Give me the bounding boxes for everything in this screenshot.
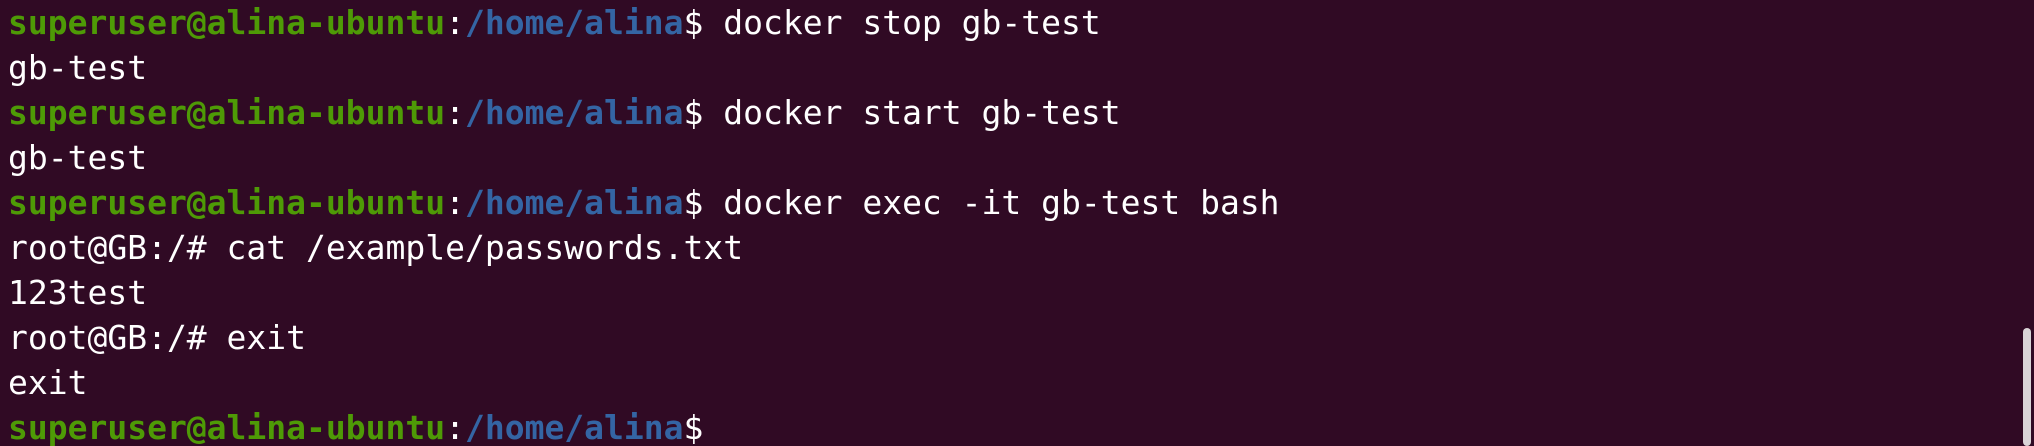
prompt-command: docker exec -it gb-test bash (703, 183, 1280, 222)
terminal-line-output: exit (8, 363, 88, 402)
prompt-dollar: $ (683, 93, 704, 132)
terminal-line-output: gb-test (8, 138, 148, 177)
prompt-command: docker stop gb-test (703, 3, 1101, 42)
prompt-colon: : (445, 3, 465, 42)
prompt-path: /home/alina (464, 408, 684, 446)
prompt-colon: : (445, 93, 465, 132)
prompt-dollar: $ (683, 3, 704, 42)
prompt-user-host: superuser@alina-ubuntu (8, 93, 446, 132)
terminal-line-prompt: superuser@alina-ubuntu:/home/alina$ dock… (8, 90, 2034, 135)
terminal-line-output: root@GB:/# exit (8, 318, 307, 357)
vertical-scrollbar[interactable] (2020, 0, 2034, 446)
prompt-user-host: superuser@alina-ubuntu (8, 408, 446, 446)
prompt-dollar: $ (683, 183, 704, 222)
terminal-line-prompt: superuser@alina-ubuntu:/home/alina$ dock… (8, 0, 2034, 45)
prompt-path: /home/alina (464, 93, 684, 132)
prompt-user-host: superuser@alina-ubuntu (8, 3, 446, 42)
terminal-line-output: 123test (8, 273, 148, 312)
prompt-path: /home/alina (464, 183, 684, 222)
terminal-line-output: root@GB:/# cat /example/passwords.txt (8, 228, 744, 267)
prompt-colon: : (445, 183, 465, 222)
prompt-command: docker start gb-test (703, 93, 1121, 132)
terminal-line-output: gb-test (8, 48, 148, 87)
prompt-user-host: superuser@alina-ubuntu (8, 183, 446, 222)
terminal-line-prompt: superuser@alina-ubuntu:/home/alina$ dock… (8, 180, 2034, 225)
prompt-path: /home/alina (464, 3, 684, 42)
terminal-line-prompt-active[interactable]: superuser@alina-ubuntu:/home/alina$ (8, 405, 2034, 446)
terminal-window[interactable]: superuser@alina-ubuntu:/home/alina$ dock… (0, 0, 2034, 446)
scrollbar-thumb[interactable] (2023, 328, 2031, 446)
prompt-dollar: $ (683, 408, 704, 446)
prompt-colon: : (445, 408, 465, 446)
